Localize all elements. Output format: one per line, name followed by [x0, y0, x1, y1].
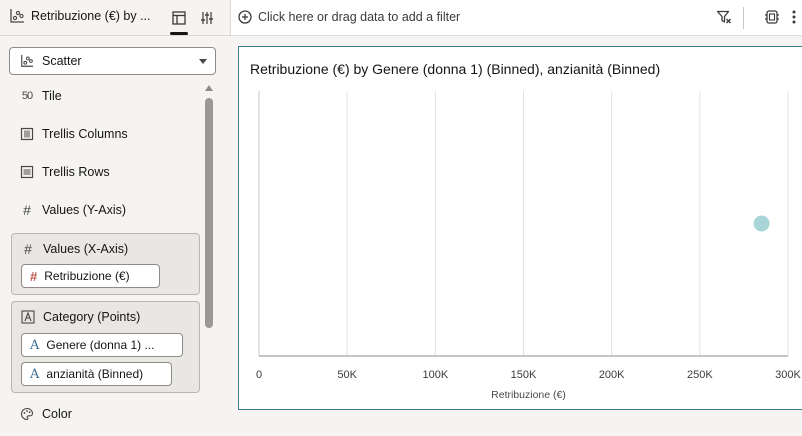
visualization-header: Retribuzione (€) by ...: [0, 0, 230, 36]
section-trellis-columns[interactable]: Trellis Columns: [20, 127, 128, 141]
hash-icon: #: [24, 241, 32, 257]
section-label: Trellis Rows: [42, 165, 110, 179]
x-tick-label: 200K: [599, 369, 625, 381]
data-point[interactable]: [753, 215, 770, 232]
sliders-icon: [201, 12, 213, 24]
category-points-dropzone[interactable]: Category (Points) A Genere (donna 1) ...…: [11, 301, 200, 393]
text-type-icon: [21, 310, 35, 324]
section-label: Color: [42, 407, 72, 421]
x-tick-label: 0: [256, 369, 262, 381]
add-circle-icon: [238, 10, 252, 24]
pill-label: anzianità (Binned): [46, 367, 144, 381]
category-column-pill[interactable]: A anzianità (Binned): [21, 362, 172, 386]
chevron-down-icon: [199, 59, 207, 64]
canvas: Retribuzione (€) by Genere (donna 1) (Bi…: [231, 37, 802, 436]
more-vertical-icon: [792, 10, 796, 24]
canvas-footer-strip: [231, 426, 802, 436]
scatter-chart-icon: [21, 54, 34, 67]
trellis-rows-icon: [20, 165, 34, 179]
toolbar-divider: [743, 7, 744, 29]
section-values-y-axis[interactable]: # Values (Y-Axis): [20, 202, 127, 218]
pill-label: Retribuzione (€): [44, 269, 130, 283]
scatter-visualization[interactable]: Retribuzione (€) by Genere (donna 1) (Bi…: [238, 46, 802, 410]
section-category-points: Category (Points): [21, 310, 140, 324]
scroll-up-icon[interactable]: [205, 85, 213, 91]
scatter-chart-icon: [10, 9, 24, 23]
properties-tab-button[interactable]: [196, 7, 218, 29]
grammar-scrollbar[interactable]: [205, 85, 213, 435]
section-label: Values (Y-Axis): [42, 203, 127, 217]
more-options-button[interactable]: [789, 8, 799, 26]
x-axis-column-pill[interactable]: # Retribuzione (€): [21, 264, 160, 288]
x-tick-label: 300K: [775, 369, 801, 381]
tile-icon: 50: [21, 90, 33, 102]
filter-icon: [716, 10, 731, 24]
app-root: Retribuzione (€) by ... Click here or dr…: [0, 0, 802, 436]
x-tick-label: 250K: [687, 369, 713, 381]
filter-options-button[interactable]: [715, 8, 733, 26]
section-label: Category (Points): [43, 310, 141, 324]
x-axis-title: Retribuzione (€): [491, 389, 566, 401]
section-label: Values (X-Axis): [43, 242, 129, 256]
chart-type-value: Scatter: [42, 54, 82, 68]
add-filter-label: Click here or drag data to add a filter: [258, 10, 461, 24]
trellis-columns-icon: [20, 127, 34, 141]
filter-bar: Click here or drag data to add a filter: [230, 0, 802, 36]
x-tick-label: 100K: [422, 369, 448, 381]
text-type-icon: A: [30, 337, 40, 353]
section-values-x-axis: # Values (X-Axis): [21, 241, 129, 257]
chart-type-select[interactable]: Scatter: [9, 47, 216, 75]
panel-icon: [172, 11, 186, 25]
section-color[interactable]: Color: [20, 407, 72, 421]
scatter-plot: 0 50K 100K 150K 200K 250K 300K Retribuzione (€): [256, 91, 802, 401]
values-x-axis-dropzone[interactable]: # Values (X-Axis) # Retribuzione (€): [11, 233, 200, 295]
add-filter-button[interactable]: Click here or drag data to add a filter: [238, 10, 460, 24]
section-label: Tile: [42, 89, 62, 103]
section-label: Trellis Columns: [42, 127, 128, 141]
x-tick-label: 150K: [511, 369, 537, 381]
grammar-panel: Scatter 50 Tile Trellis Columns Trellis …: [0, 37, 230, 436]
grammar-tab-button[interactable]: [168, 7, 190, 35]
settings-panel-icon: [765, 10, 779, 24]
palette-icon: [21, 407, 34, 421]
pill-label: Genere (donna 1) ...: [46, 338, 155, 352]
category-column-pill[interactable]: A Genere (donna 1) ...: [21, 333, 183, 357]
x-tick-label: 50K: [337, 369, 357, 381]
text-type-icon: A: [30, 366, 40, 382]
visualization-title[interactable]: Retribuzione (€) by ...: [31, 9, 151, 23]
hash-icon: #: [23, 202, 31, 218]
number-type-icon: #: [30, 268, 38, 284]
section-tile[interactable]: 50 Tile: [20, 89, 62, 103]
data-pane-button[interactable]: [763, 8, 781, 26]
scrollbar-thumb[interactable]: [205, 98, 213, 328]
section-trellis-rows[interactable]: Trellis Rows: [20, 165, 110, 179]
